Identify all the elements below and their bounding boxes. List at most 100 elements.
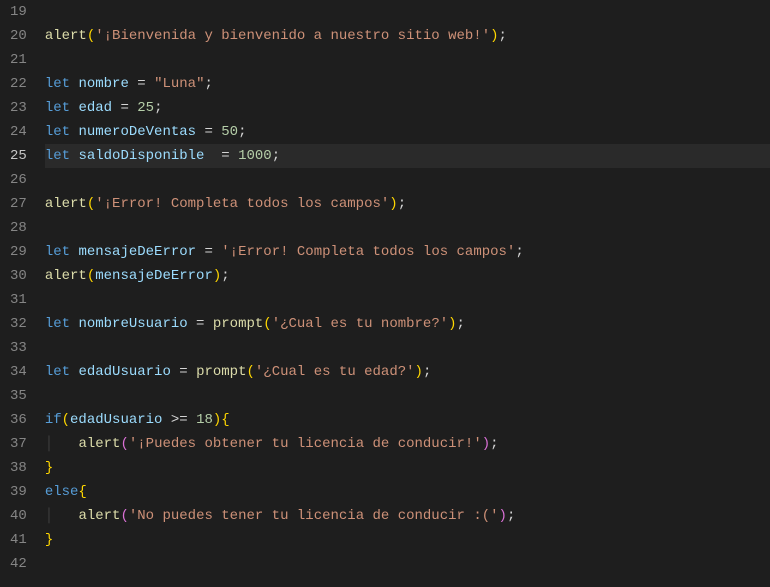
code-token: alert	[45, 268, 87, 284]
code-line[interactable]: let nombreUsuario = prompt('¿Cual es tu …	[45, 312, 770, 336]
code-token: edad	[78, 100, 112, 116]
code-token: let	[45, 124, 70, 140]
line-number-gutter: 1920212223242526272829303132333435363738…	[0, 0, 45, 587]
code-line[interactable]	[45, 216, 770, 240]
code-token: '¡Error! Completa todos los campos'	[221, 244, 515, 260]
code-token: let	[45, 244, 70, 260]
line-number: 34	[10, 360, 27, 384]
code-token: saldoDisponible	[78, 148, 204, 164]
code-line[interactable]: let edad = 25;	[45, 96, 770, 120]
line-number: 26	[10, 168, 27, 192]
code-token: alert	[45, 196, 87, 212]
code-token: nombreUsuario	[78, 316, 187, 332]
code-token: )	[448, 316, 456, 332]
code-line[interactable]: if(edadUsuario >= 18){	[45, 408, 770, 432]
code-token: nombre	[78, 76, 128, 92]
code-token: let	[45, 316, 70, 332]
line-number: 41	[10, 528, 27, 552]
code-token: (	[87, 196, 95, 212]
line-number: 23	[10, 96, 27, 120]
line-number: 38	[10, 456, 27, 480]
code-token: =	[129, 76, 154, 92]
code-token: alert	[78, 436, 120, 452]
code-token: >=	[162, 412, 196, 428]
line-number: 27	[10, 192, 27, 216]
code-token: (	[87, 268, 95, 284]
code-line[interactable]	[45, 552, 770, 576]
line-number: 35	[10, 384, 27, 408]
code-line[interactable]: │ alert('¡Puedes obtener tu licencia de …	[45, 432, 770, 456]
line-number: 36	[10, 408, 27, 432]
line-number: 29	[10, 240, 27, 264]
code-token: let	[45, 76, 70, 92]
code-token: ;	[238, 124, 246, 140]
code-token: 50	[221, 124, 238, 140]
code-token: │	[45, 436, 53, 452]
line-number: 21	[10, 48, 27, 72]
line-number: 28	[10, 216, 27, 240]
code-line[interactable]: let nombre = "Luna";	[45, 72, 770, 96]
code-token: (	[62, 412, 70, 428]
code-token: "Luna"	[154, 76, 204, 92]
code-line[interactable]: else{	[45, 480, 770, 504]
code-token: ;	[272, 148, 280, 164]
code-line[interactable]: let numeroDeVentas = 50;	[45, 120, 770, 144]
code-token: (	[120, 508, 128, 524]
code-token: '¿Cual es tu nombre?'	[272, 316, 448, 332]
code-line[interactable]	[45, 0, 770, 24]
code-token: 25	[137, 100, 154, 116]
code-token: 18	[196, 412, 213, 428]
code-token: ;	[154, 100, 162, 116]
code-token: edadUsuario	[70, 412, 162, 428]
code-token: {	[221, 412, 229, 428]
line-number: 19	[10, 0, 27, 24]
code-line[interactable]	[45, 168, 770, 192]
code-line[interactable]: alert(mensajeDeError);	[45, 264, 770, 288]
code-line[interactable]: let edadUsuario = prompt('¿Cual es tu ed…	[45, 360, 770, 384]
code-token: let	[45, 100, 70, 116]
line-number: 25	[10, 144, 27, 168]
code-token: (	[120, 436, 128, 452]
code-token: '¡Error! Completa todos los campos'	[95, 196, 389, 212]
code-token: numeroDeVentas	[78, 124, 196, 140]
code-line[interactable]: │ alert('No puedes tener tu licencia de …	[45, 504, 770, 528]
code-area[interactable]: alert('¡Bienvenida y bienvenido a nuestr…	[45, 0, 770, 587]
code-token: let	[45, 148, 70, 164]
code-token: )	[415, 364, 423, 380]
code-line[interactable]: }	[45, 456, 770, 480]
code-token: )	[490, 28, 498, 44]
code-editor[interactable]: 1920212223242526272829303132333435363738…	[0, 0, 770, 587]
code-token: let	[45, 364, 70, 380]
code-token: 'No puedes tener tu licencia de conducir…	[129, 508, 499, 524]
line-number: 33	[10, 336, 27, 360]
line-number: 40	[10, 504, 27, 528]
code-token: =	[188, 316, 213, 332]
code-line[interactable]: alert('¡Bienvenida y bienvenido a nuestr…	[45, 24, 770, 48]
code-line[interactable]	[45, 48, 770, 72]
code-line[interactable]	[45, 384, 770, 408]
code-token: (	[263, 316, 271, 332]
code-token: ;	[205, 76, 213, 92]
code-token: prompt	[213, 316, 263, 332]
code-token: )	[389, 196, 397, 212]
code-token: if	[45, 412, 62, 428]
code-token: =	[171, 364, 196, 380]
code-line[interactable]: alert('¡Error! Completa todos los campos…	[45, 192, 770, 216]
code-line[interactable]: let saldoDisponible = 1000;	[45, 144, 770, 168]
code-token: prompt	[196, 364, 246, 380]
line-number: 22	[10, 72, 27, 96]
code-token: )	[499, 508, 507, 524]
code-token: =	[196, 124, 221, 140]
code-token: ;	[398, 196, 406, 212]
code-token: ;	[515, 244, 523, 260]
code-token: )	[482, 436, 490, 452]
code-line[interactable]: }	[45, 528, 770, 552]
code-line[interactable]	[45, 336, 770, 360]
code-token: =	[204, 148, 238, 164]
code-line[interactable]	[45, 288, 770, 312]
line-number: 30	[10, 264, 27, 288]
code-token: }	[45, 460, 53, 476]
code-line[interactable]: let mensajeDeError = '¡Error! Completa t…	[45, 240, 770, 264]
code-token: alert	[45, 28, 87, 44]
code-token: else	[45, 484, 79, 500]
